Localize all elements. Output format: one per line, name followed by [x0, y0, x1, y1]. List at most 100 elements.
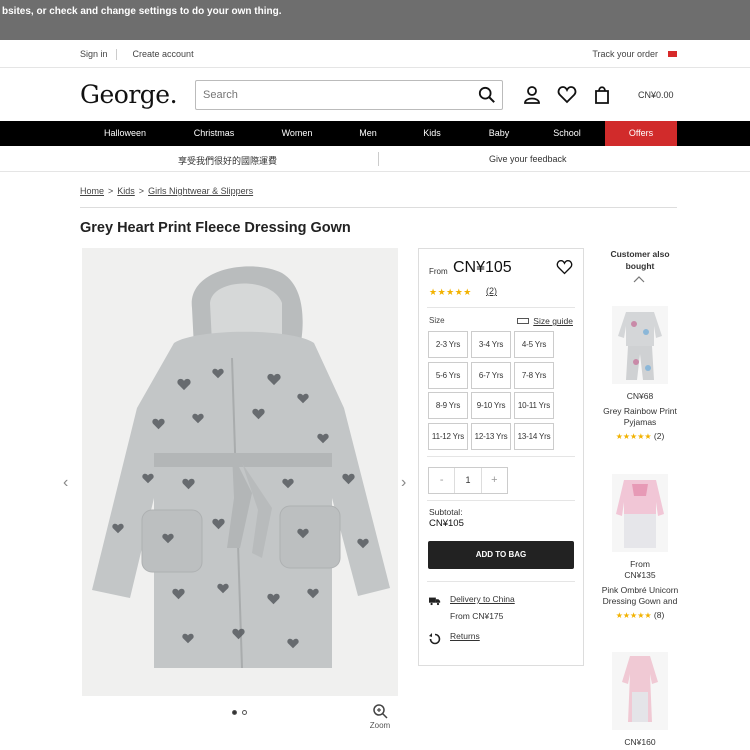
returns-link[interactable]: Returns	[450, 631, 480, 641]
next-image-arrow-icon[interactable]: ›	[401, 474, 406, 492]
size-option-7-8[interactable]: 7-8 Yrs	[514, 361, 554, 389]
add-to-bag-button[interactable]: ADD TO BAG	[428, 541, 574, 569]
quantity-decrease-button[interactable]: -	[429, 468, 454, 493]
site-header: George. CN¥0.00	[0, 68, 750, 122]
nav-school[interactable]: School	[545, 121, 589, 146]
account-icon[interactable]	[522, 85, 542, 105]
divider	[80, 207, 677, 208]
delivery-price: From CN¥175	[450, 611, 504, 621]
promo-strip: 享受我們很好的國際運費 Give your feedback	[0, 146, 750, 172]
nav-women[interactable]: Women	[267, 121, 327, 146]
rec-image	[612, 306, 668, 384]
breadcrumb-girls-nightwear[interactable]: Girls Nightwear & Slippers	[148, 186, 253, 196]
page-title: Grey Heart Print Fleece Dressing Gown	[80, 220, 351, 236]
rating-stars: ★★★★★	[429, 287, 472, 297]
breadcrumb-kids[interactable]: Kids	[117, 186, 135, 196]
size-option-11-12[interactable]: 11-12 Yrs	[428, 422, 468, 450]
delivery-truck-icon	[429, 597, 441, 606]
chevron-up-icon[interactable]	[633, 275, 645, 283]
divider	[427, 581, 575, 582]
rec-price: CN¥160	[624, 737, 656, 747]
subtotal-value: CN¥105	[429, 518, 464, 529]
rec-review-count: (2)	[653, 431, 665, 441]
track-order-link[interactable]: Track your order	[592, 49, 658, 59]
size-option-4-5[interactable]: 4-5 Yrs	[514, 331, 554, 358]
nav-kids[interactable]: Kids	[410, 121, 454, 146]
breadcrumb-separator: >	[138, 186, 145, 196]
search-box[interactable]	[195, 80, 503, 110]
returns-icon	[429, 633, 441, 645]
breadcrumb: Home > Kids > Girls Nightwear & Slippers	[80, 186, 253, 196]
size-option-10-11[interactable]: 10-11 Yrs	[514, 392, 554, 419]
feedback-link[interactable]: Give your feedback	[489, 154, 567, 164]
divider	[427, 456, 575, 457]
rec-image	[612, 652, 668, 730]
zoom-icon	[373, 704, 388, 719]
size-option-12-13[interactable]: 12-13 Yrs	[471, 422, 511, 450]
size-option-5-6[interactable]: 5-6 Yrs	[428, 361, 468, 389]
pagination-dot-active[interactable]	[232, 710, 237, 715]
breadcrumb-separator: >	[108, 186, 114, 196]
quantity-increase-button[interactable]: +	[482, 468, 507, 493]
image-pagination	[232, 710, 247, 715]
nav-offers[interactable]: Offers	[605, 121, 677, 146]
sign-in-link[interactable]: Sign in	[80, 49, 116, 60]
prev-image-arrow-icon[interactable]: ‹	[63, 474, 68, 492]
subtotal-label: Subtotal:	[429, 507, 463, 517]
cookie-banner-text: bsites, or check and change settings to …	[2, 6, 282, 17]
recommendations-title: Customer also bought	[610, 249, 670, 271]
rec-stars: ★★★★★	[615, 611, 652, 620]
ruler-icon	[517, 318, 530, 324]
basket-total[interactable]: CN¥0.00	[638, 90, 674, 100]
george-logo[interactable]: George.	[80, 80, 178, 109]
size-option-2-3[interactable]: 2-3 Yrs	[428, 331, 468, 358]
divider	[427, 307, 575, 308]
delivery-link[interactable]: Delivery to China	[450, 594, 515, 604]
review-count-link[interactable]: (2)	[486, 286, 497, 296]
size-option-8-9[interactable]: 8-9 Yrs	[428, 392, 468, 419]
rec-item[interactable]: CN¥160	[600, 652, 680, 748]
dressing-gown-image	[92, 266, 390, 669]
wishlist-heart-icon[interactable]	[556, 259, 573, 276]
shipping-promo[interactable]: 享受我們很好的國際運費	[178, 154, 277, 167]
divider	[427, 500, 575, 501]
size-options: 2-3 Yrs 3-4 Yrs 4-5 Yrs 5-6 Yrs 6-7 Yrs …	[428, 331, 554, 450]
nav-halloween[interactable]: Halloween	[95, 121, 155, 146]
breadcrumb-home[interactable]: Home	[80, 186, 104, 196]
search-icon[interactable]	[478, 86, 496, 104]
wishlist-icon[interactable]	[557, 85, 577, 105]
product-price: CN¥105	[453, 259, 512, 276]
china-flag-icon[interactable]	[668, 51, 677, 57]
rec-item[interactable]: CN¥68 Grey Rainbow Print Pyjamas ★★★★★ (…	[600, 306, 680, 442]
rec-price: CN¥135	[624, 570, 656, 580]
rec-name: Pink Ombré Unicorn Dressing Gown and	[601, 585, 679, 606]
nav-christmas[interactable]: Christmas	[184, 121, 244, 146]
main-nav: Halloween Christmas Women Men Kids Baby …	[0, 121, 750, 146]
search-input[interactable]	[196, 81, 466, 109]
zoom-button[interactable]: Zoom	[367, 703, 393, 730]
recommendations: Customer also bought CN¥68 Grey Rainbow …	[600, 248, 680, 750]
pagination-dot[interactable]	[242, 710, 247, 715]
price-from-label: From	[429, 267, 448, 276]
nav-men[interactable]: Men	[343, 121, 393, 146]
nav-baby[interactable]: Baby	[477, 121, 521, 146]
rec-item[interactable]: From CN¥135 Pink Ombré Unicorn Dressing …	[600, 474, 680, 621]
rec-price: CN¥68	[626, 391, 654, 401]
size-guide-label: Size guide	[533, 316, 573, 326]
size-label: Size	[429, 316, 445, 325]
basket-icon[interactable]	[592, 85, 612, 105]
rec-stars: ★★★★★	[615, 432, 652, 441]
utility-bar: Sign in Create account Track your order	[0, 40, 750, 68]
size-option-9-10[interactable]: 9-10 Yrs	[471, 392, 511, 419]
rec-name: Grey Rainbow Print Pyjamas	[603, 406, 677, 427]
create-account-link[interactable]: Create account	[133, 49, 202, 60]
quantity-stepper: - 1 +	[428, 467, 508, 494]
product-image[interactable]	[82, 248, 398, 696]
cookie-banner: bsites, or check and change settings to …	[0, 0, 750, 40]
size-guide-link[interactable]: Size guide	[517, 316, 573, 326]
size-option-3-4[interactable]: 3-4 Yrs	[471, 331, 511, 358]
size-option-13-14[interactable]: 13-14 Yrs	[514, 422, 554, 450]
quantity-input[interactable]: 1	[454, 468, 482, 493]
size-option-6-7[interactable]: 6-7 Yrs	[471, 361, 511, 389]
divider	[378, 152, 379, 166]
